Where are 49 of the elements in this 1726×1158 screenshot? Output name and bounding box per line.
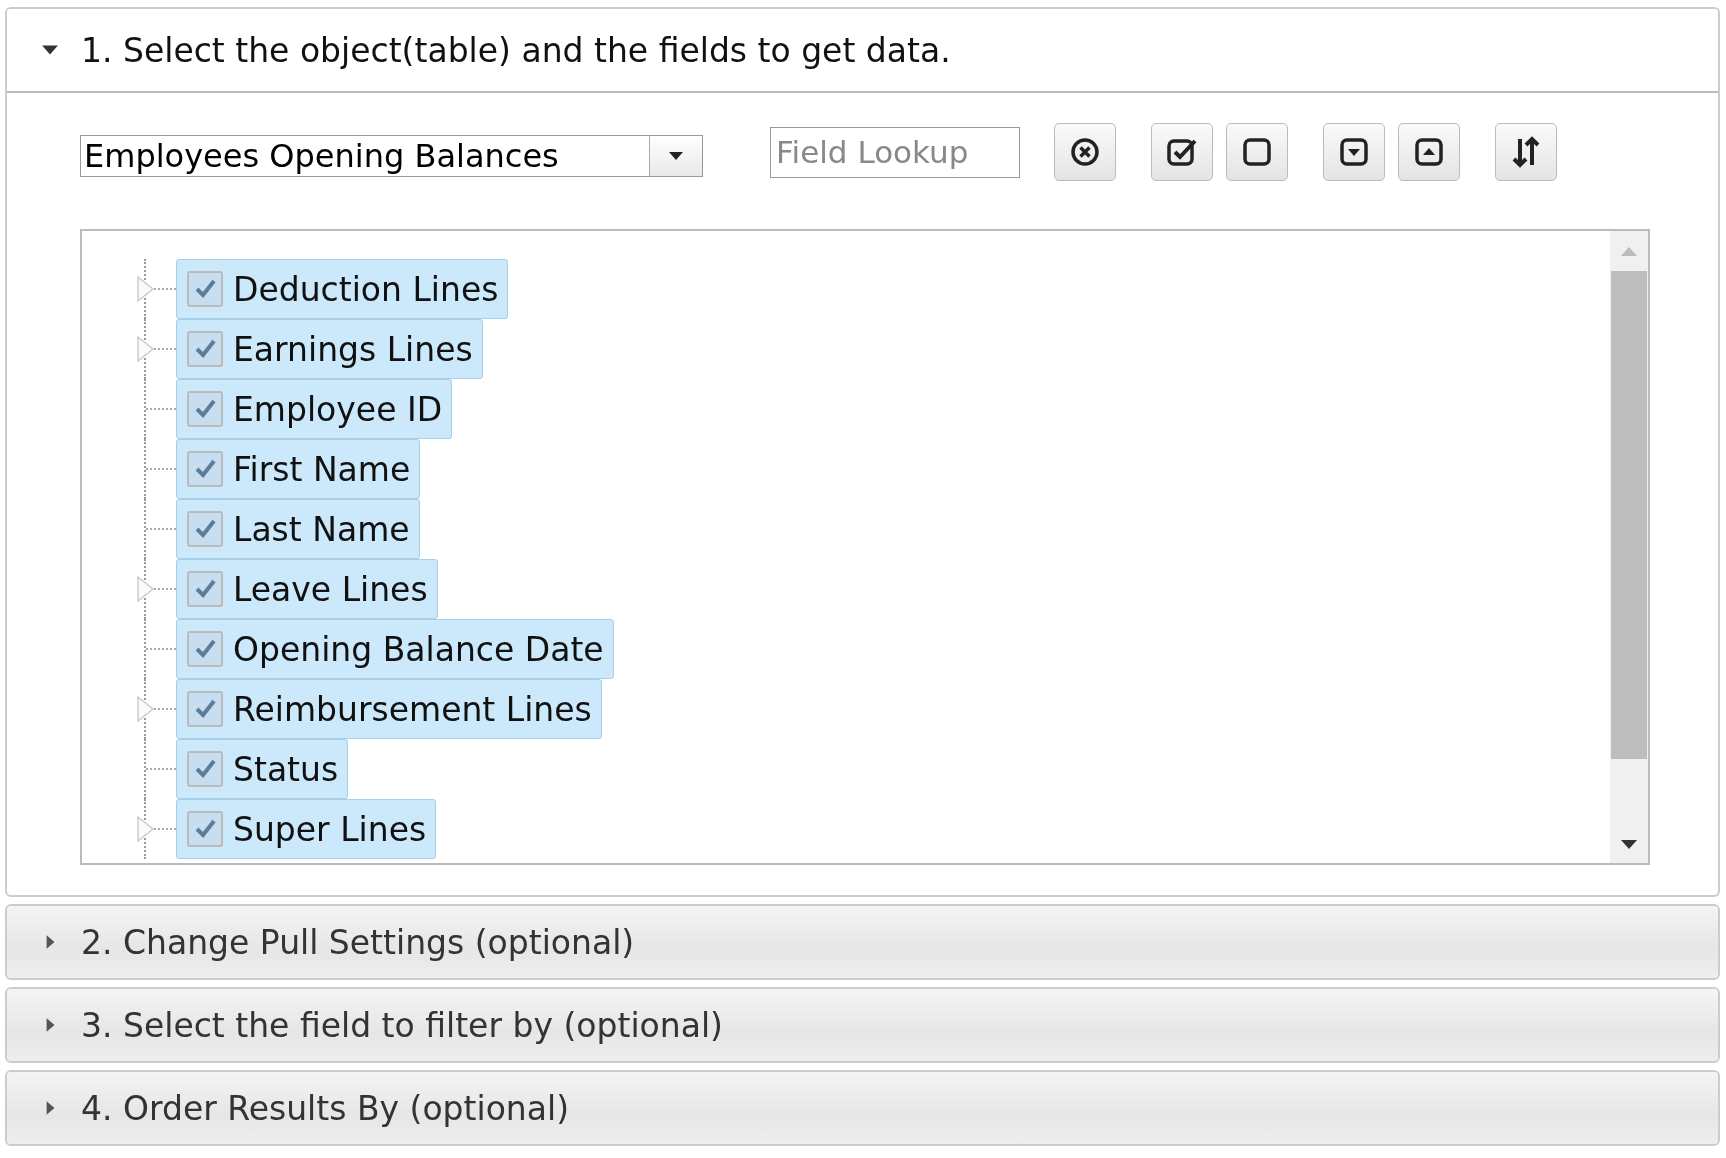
caret-down-icon [668,151,684,161]
clear-button[interactable] [1054,123,1116,181]
checkbox[interactable] [187,811,223,847]
checkbox[interactable] [187,391,223,427]
section-title: 4. Order Results By (optional) [81,1088,570,1128]
expand-arrow-icon[interactable] [136,695,156,723]
section-title: 1. Select the object(table) and the fields to get data. [81,30,951,70]
tree-item[interactable]: Opening Balance Date [176,619,614,679]
accordion-header[interactable]: 3. Select the field to filter by (optional) [7,989,1718,1061]
tree-item[interactable]: Leave Lines [176,559,438,619]
scroll-up-icon[interactable] [1619,245,1639,257]
checkbox[interactable] [187,511,223,547]
uncheck-all-button[interactable] [1226,123,1288,181]
expand-icon [1337,135,1371,169]
tree-item[interactable]: Employee ID [176,379,453,439]
tree-item[interactable]: Status [176,739,349,799]
expand-arrow-icon[interactable] [136,335,156,363]
section-title: 3. Select the field to filter by (optional) [81,1005,723,1045]
checkbox[interactable] [187,571,223,607]
checkbox[interactable] [187,331,223,367]
accordion-header[interactable]: 4. Order Results By (optional) [7,1072,1718,1144]
section-title: 2. Change Pull Settings (optional) [81,922,635,962]
expand-button[interactable] [1323,123,1385,181]
field-lookup-input[interactable]: Field Lookup [770,126,1020,178]
checkbox[interactable] [187,451,223,487]
collapse-button[interactable] [1398,123,1460,181]
tree-item[interactable]: Deduction Lines [176,259,509,319]
checkbox[interactable] [187,631,223,667]
expand-arrow-icon[interactable] [136,815,156,843]
clear-icon [1068,135,1102,169]
accordion-header[interactable]: 1. Select the object(table) and the fields to get data. [7,9,1718,93]
checkbox[interactable] [187,691,223,727]
scrollbar[interactable] [1610,231,1648,863]
expand-arrow-icon[interactable] [136,575,156,603]
uncheck-all-icon [1240,135,1274,169]
tree-item[interactable]: First Name [176,439,421,499]
tree-item[interactable]: Super Lines [176,799,437,859]
tree-item[interactable]: Last Name [176,499,420,559]
tree-item[interactable]: Earnings Lines [176,319,483,379]
checkbox[interactable] [187,751,223,787]
tree-item[interactable]: Reimbursement Lines [176,679,602,739]
scroll-down-icon[interactable] [1619,839,1639,851]
sort-button[interactable] [1495,123,1557,181]
checkbox[interactable] [187,271,223,307]
collapse-icon [1412,135,1446,169]
check-all-button[interactable] [1151,123,1213,181]
accordion-header[interactable]: 2. Change Pull Settings (optional) [7,906,1718,978]
expand-arrow-icon[interactable] [136,275,156,303]
object-dropdown[interactable]: Employees Opening Balances [80,135,703,177]
